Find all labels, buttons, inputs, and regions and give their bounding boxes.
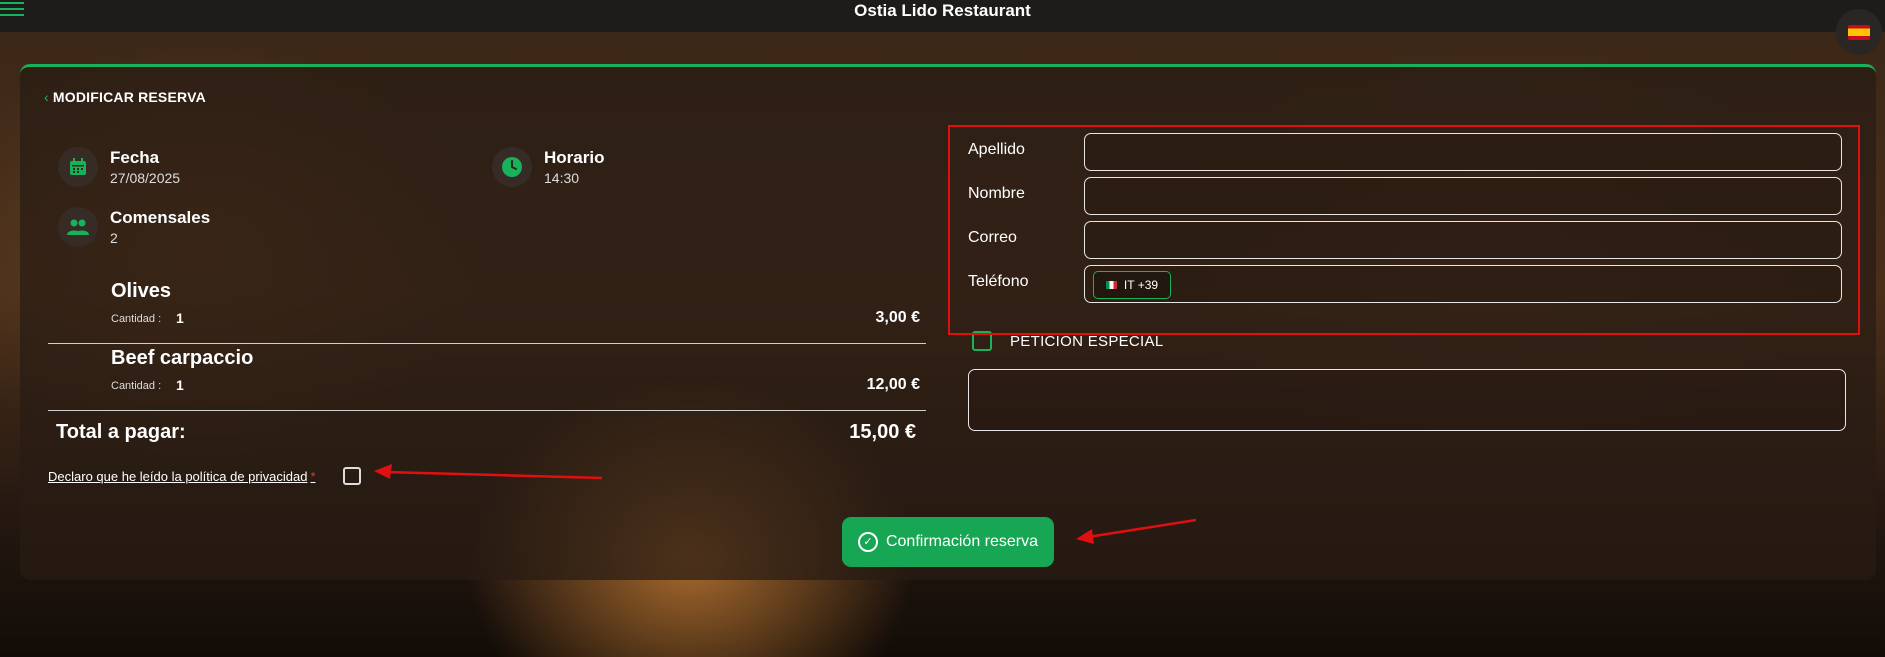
correo-label: Correo <box>968 229 1017 246</box>
special-request-textarea[interactable] <box>968 369 1846 431</box>
telefono-label: Teléfono <box>968 273 1029 290</box>
spain-flag-icon <box>1848 24 1870 40</box>
required-mark: * <box>310 469 316 484</box>
total-row: Total a pagar: 15,00 € <box>48 415 926 457</box>
time-label: Horario <box>544 148 605 167</box>
language-selector[interactable] <box>1836 9 1882 55</box>
item-qty-label: Cantidad : <box>111 313 162 325</box>
back-link[interactable]: ‹ MODIFICAR RESERVA <box>44 89 206 105</box>
item-qty: 1 <box>176 377 184 393</box>
order-items: Olives Cantidad : 1 3,00 € Beef carpacci… <box>48 277 926 411</box>
phone-country-selector[interactable]: IT +39 <box>1093 271 1171 299</box>
item-name: Beef carpaccio <box>111 347 254 369</box>
clock-icon <box>492 147 532 187</box>
chevron-left-icon: ‹ <box>44 89 49 105</box>
item-name: Olives <box>111 280 172 302</box>
check-circle-icon: ✓ <box>857 532 878 552</box>
item-qty-label: Cantidad : <box>111 380 162 392</box>
privacy-policy-link[interactable]: Declaro que he leído la política de priv… <box>48 469 316 484</box>
total-label: Total a pagar: <box>56 421 186 443</box>
item-price: 3,00 € <box>875 309 920 326</box>
nombre-input[interactable] <box>1084 177 1842 215</box>
list-item: Beef carpaccio Cantidad : 1 12,00 € <box>48 344 926 411</box>
date-info: Fecha 27/08/2025 <box>58 147 180 187</box>
reservation-card: ‹ MODIFICAR RESERVA Fecha 27/08/2025 Hora… <box>20 64 1876 580</box>
time-info: Horario 14:30 <box>492 147 604 187</box>
nombre-label: Nombre <box>968 185 1025 202</box>
app-title: Ostia Lido Restaurant <box>854 1 1031 20</box>
calendar-icon <box>58 147 98 187</box>
apellido-input[interactable] <box>1084 133 1842 171</box>
special-request-label: PETICIÓN ESPECIAL <box>1010 333 1164 350</box>
special-request-checkbox[interactable] <box>972 331 992 351</box>
correo-input[interactable] <box>1084 221 1842 259</box>
date-label: Fecha <box>110 148 160 167</box>
privacy-checkbox[interactable] <box>343 467 361 485</box>
time-value: 14:30 <box>544 170 580 186</box>
guests-info: Comensales 2 <box>58 207 210 247</box>
people-icon <box>58 207 98 247</box>
top-bar: Ostia Lido Restaurant <box>0 0 1885 32</box>
telefono-input[interactable]: IT +39 <box>1084 265 1842 303</box>
date-value: 27/08/2025 <box>110 170 181 186</box>
item-price: 12,00 € <box>866 376 920 393</box>
guests-label: Comensales <box>110 208 211 227</box>
italy-flag-icon <box>1105 281 1117 289</box>
guests-value: 2 <box>110 230 118 246</box>
list-item: Olives Cantidad : 1 3,00 € <box>48 277 926 344</box>
confirm-reservation-button[interactable]: ✓ Confirmación reserva <box>842 517 1054 567</box>
apellido-label: Apellido <box>968 141 1025 158</box>
item-qty: 1 <box>176 310 184 326</box>
total-amount: 15,00 € <box>849 421 916 443</box>
